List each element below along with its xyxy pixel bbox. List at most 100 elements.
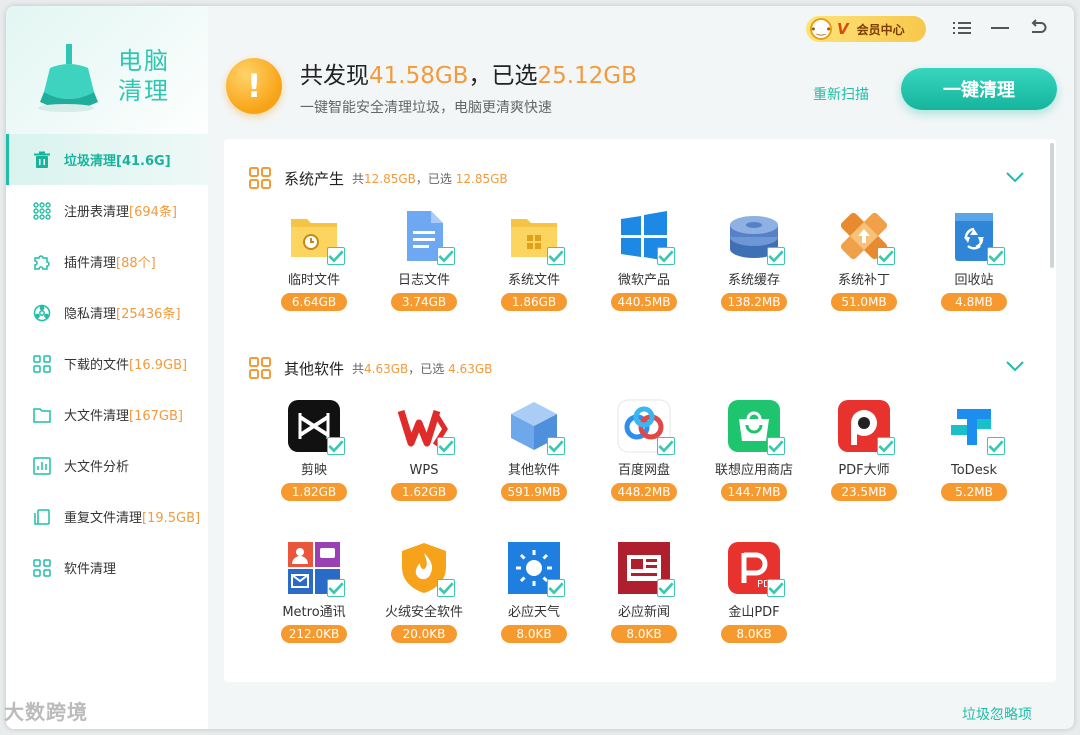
checkbox-checked-icon[interactable]: [987, 437, 1005, 455]
sidebar-item-duplicate-clean[interactable]: 重复文件清理[19.5GB]: [6, 491, 208, 542]
checkbox-checked-icon[interactable]: [767, 579, 785, 597]
item-pdf-master[interactable]: PDF大师 23.5MB: [824, 399, 904, 501]
sidebar-item-label: 垃圾清理[41.6G]: [64, 154, 171, 169]
scan-subtitle: 一键智能安全清理垃圾，电脑更清爽快速: [300, 100, 552, 116]
checkbox-checked-icon[interactable]: [547, 579, 565, 597]
checkbox-checked-icon[interactable]: [767, 247, 785, 265]
item-lenovo-app-store[interactable]: 联想应用商店 144.7MB: [714, 399, 794, 501]
sidebar-item-software-clean[interactable]: 软件清理: [6, 542, 208, 593]
section-total: 共12.85GB，已选 12.85GB: [352, 171, 508, 186]
item-log-files[interactable]: 日志文件 3.74GB: [384, 209, 464, 311]
registry-icon: [32, 201, 52, 221]
recycle-bin-icon: [947, 209, 1005, 265]
item-other-software[interactable]: 其他软件 591.9MB: [494, 399, 574, 501]
logo-text: 电脑 清理: [118, 46, 170, 106]
item-size-badge: 1.86GB: [501, 293, 567, 311]
item-size-badge: 212.0KB: [281, 625, 347, 643]
sidebar-item-junk-clean[interactable]: 垃圾清理[41.6G]: [6, 134, 208, 185]
sidebar-item-label: 插件清理[88个]: [64, 256, 156, 271]
vip-center-button[interactable]: •‿• V 会员中心: [806, 16, 926, 42]
checkbox-checked-icon[interactable]: [877, 247, 895, 265]
sidebar: 电脑 清理 垃圾清理[41.6G] 注册表清理[694条] 插件清理[88个] …: [6, 6, 208, 729]
item-size-badge: 51.0MB: [831, 293, 897, 311]
back-icon[interactable]: [1028, 18, 1048, 38]
sidebar-item-downloads[interactable]: 下载的文件[16.9GB]: [6, 338, 208, 389]
item-bing-news[interactable]: 必应新闻 8.0KB: [604, 541, 684, 643]
item-microsoft-products[interactable]: 微软产品 440.5MB: [604, 209, 684, 311]
checkbox-checked-icon[interactable]: [437, 579, 455, 597]
huorong-icon: [397, 541, 455, 597]
app-window: 电脑 清理 垃圾清理[41.6G] 注册表清理[694条] 插件清理[88个] …: [6, 6, 1074, 729]
sidebar-item-label: 下载的文件[16.9GB]: [64, 358, 188, 373]
sidebar-item-label: 注册表清理[694条]: [64, 205, 177, 220]
item-huorong[interactable]: 火绒安全软件 20.0KB: [384, 541, 464, 643]
sidebar-item-count: [25436条]: [116, 307, 181, 322]
checkbox-checked-icon[interactable]: [327, 437, 345, 455]
sidebar-item-label: 大文件清理[167GB]: [64, 409, 183, 424]
item-baidu-netdisk[interactable]: 百度网盘 448.2MB: [604, 399, 684, 501]
minimize-icon[interactable]: [990, 18, 1010, 38]
download-grid-icon: [32, 354, 52, 374]
sidebar-item-privacy-clean[interactable]: 隐私清理[25436条]: [6, 287, 208, 338]
logo-line-2: 清理: [118, 77, 170, 105]
checkbox-checked-icon[interactable]: [437, 247, 455, 265]
item-wps[interactable]: WPS 1.62GB: [384, 399, 464, 501]
chevron-down-icon[interactable]: [1006, 171, 1024, 183]
checkbox-checked-icon[interactable]: [657, 579, 675, 597]
pdf-master-icon: [837, 399, 895, 455]
checkbox-checked-icon[interactable]: [547, 437, 565, 455]
sidebar-item-large-file-analysis[interactable]: 大文件分析: [6, 440, 208, 491]
one-click-clean-button[interactable]: 一键清理: [901, 68, 1057, 110]
checkbox-checked-icon[interactable]: [327, 247, 345, 265]
grid-icon: [249, 357, 271, 379]
grid-icon: [249, 167, 271, 189]
section-header-system: 系统产生 共12.85GB，已选 12.85GB: [248, 166, 508, 190]
windows-icon: [617, 209, 675, 265]
total-size: 41.58GB: [369, 63, 469, 89]
item-bing-weather[interactable]: 必应天气 8.0KB: [494, 541, 574, 643]
scrollbar[interactable]: [1050, 143, 1054, 268]
item-size-badge: 448.2MB: [611, 483, 677, 501]
item-system-files[interactable]: 系统文件 1.86GB: [494, 209, 574, 311]
item-size-badge: 1.82GB: [281, 483, 347, 501]
checkbox-checked-icon[interactable]: [547, 247, 565, 265]
puzzle-icon: [32, 252, 52, 272]
checkbox-checked-icon[interactable]: [657, 437, 675, 455]
checkbox-checked-icon[interactable]: [657, 247, 675, 265]
vip-label: 会员中心: [856, 22, 905, 37]
metro-icon: [287, 541, 345, 597]
sidebar-item-registry-clean[interactable]: 注册表清理[694条]: [6, 185, 208, 236]
item-size-badge: 144.7MB: [721, 483, 787, 501]
sidebar-item-plugin-clean[interactable]: 插件清理[88个]: [6, 236, 208, 287]
item-size-badge: 23.5MB: [831, 483, 897, 501]
item-size-badge: 440.5MB: [611, 293, 677, 311]
item-system-cache[interactable]: 系统缓存 138.2MB: [714, 209, 794, 311]
temp-folder-icon: [287, 209, 345, 265]
item-size-badge: 3.74GB: [391, 293, 457, 311]
ignore-list-link[interactable]: 垃圾忽略项: [962, 704, 1032, 724]
todesk-icon: [947, 399, 1005, 455]
menu-icon[interactable]: [952, 18, 972, 38]
checkbox-checked-icon[interactable]: [327, 579, 345, 597]
chevron-down-icon[interactable]: [1006, 360, 1024, 372]
item-todesk[interactable]: ToDesk 5.2MB: [934, 399, 1014, 501]
item-capcut[interactable]: 剪映 1.82GB: [274, 399, 354, 501]
broom-logo-icon: [38, 44, 98, 112]
sidebar-item-large-file-clean[interactable]: 大文件清理[167GB]: [6, 389, 208, 440]
checkbox-checked-icon[interactable]: [987, 247, 1005, 265]
capcut-icon: [287, 399, 345, 455]
item-recycle-bin[interactable]: 回收站 4.8MB: [934, 209, 1014, 311]
sidebar-item-count: [16.9GB]: [129, 358, 188, 373]
checkbox-checked-icon[interactable]: [437, 437, 455, 455]
checkbox-checked-icon[interactable]: [877, 437, 895, 455]
log-file-icon: [397, 209, 455, 265]
item-size-badge: 8.0KB: [611, 625, 677, 643]
apps-icon: [32, 558, 52, 578]
folder-icon: [32, 405, 52, 425]
rescan-link[interactable]: 重新扫描: [813, 84, 869, 104]
item-temp-files[interactable]: 临时文件 6.64GB: [274, 209, 354, 311]
item-metro[interactable]: Metro通讯 212.0KB: [274, 541, 354, 643]
item-kingsoft-pdf[interactable]: PDF 金山PDF 8.0KB: [714, 541, 794, 643]
item-system-patch[interactable]: 系统补丁 51.0MB: [824, 209, 904, 311]
checkbox-checked-icon[interactable]: [767, 437, 785, 455]
